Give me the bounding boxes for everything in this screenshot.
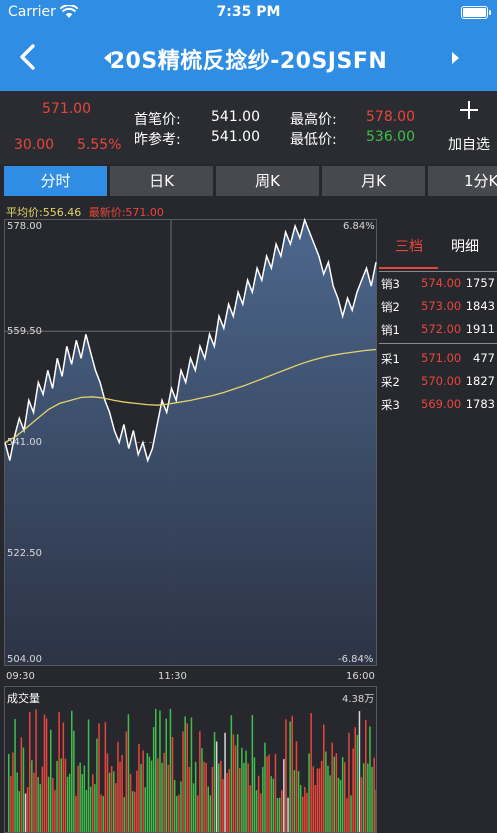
ask-price: 572.00 <box>421 322 462 336</box>
pct-bottom: -6.84% <box>338 654 374 665</box>
bid-qty: 477 <box>473 351 495 365</box>
prev-ref-value: 541.00 <box>211 129 260 145</box>
divider <box>379 271 497 272</box>
last-price: 571.00 <box>42 101 91 117</box>
bid-row: 采2 570.00 1827 <box>379 374 497 394</box>
ask-row: 销3 574.00 1757 <box>379 276 497 296</box>
tab-1min-k[interactable]: 1分K <box>428 166 497 196</box>
first-price-label: 首笔价: <box>134 112 181 128</box>
y-tick-mid: 541.00 <box>7 437 42 448</box>
volume-max: 4.38万 <box>342 694 375 705</box>
tab-intraday[interactable]: 分时 <box>4 166 107 196</box>
tab-three-levels[interactable]: 三档 <box>395 236 423 256</box>
tab-monthly-k[interactable]: 月K <box>322 166 425 196</box>
active-tab-indicator <box>379 267 438 269</box>
nav-bar: Carrier 7:35 PM 20S精梳反捻纱-20SJSFN <box>0 0 497 91</box>
avg-price-text: 平均价:556.46 <box>6 206 82 219</box>
latest-price-text: 最新价:571.00 <box>88 206 164 219</box>
ask-price: 573.00 <box>421 299 462 313</box>
price-summary: 平均价:556.46 最新价:571.00 <box>6 204 164 220</box>
tab-daily-k[interactable]: 日K <box>110 166 213 196</box>
change-percent: 5.55% <box>77 137 122 153</box>
y-tick-2: 559.50 <box>7 326 42 337</box>
order-book: 三档 明细 销3 574.00 1757 销2 573.00 1843 销1 5… <box>379 219 497 666</box>
ask-price: 574.00 <box>421 276 462 290</box>
ask-qty: 1843 <box>465 299 495 313</box>
y-tick-4: 522.50 <box>7 548 42 559</box>
pct-top: 6.84% <box>343 221 375 232</box>
bid-qty: 1827 <box>465 374 495 388</box>
ask-label: 销2 <box>381 300 400 314</box>
bid-label: 采2 <box>381 375 400 389</box>
status-bar: Carrier 7:35 PM <box>0 0 497 26</box>
ask-row: 销2 573.00 1843 <box>379 299 497 319</box>
bid-row: 采1 571.00 477 <box>379 351 497 371</box>
add-watchlist-plus-icon[interactable] <box>460 101 478 119</box>
low-price-value: 536.00 <box>366 129 415 145</box>
high-price-label: 最高价: <box>290 112 337 128</box>
bid-label: 采3 <box>381 398 400 412</box>
divider <box>379 343 497 344</box>
change-amount: 30.00 <box>14 137 55 153</box>
prev-ref-label: 昨参考: <box>134 132 181 148</box>
ask-qty: 1911 <box>465 322 495 336</box>
page-title: 20S精梳反捻纱-20SJSFN <box>109 49 388 74</box>
x-tick-mid: 11:30 <box>158 671 187 682</box>
y-tick-bottom: 504.00 <box>7 654 42 665</box>
bid-price: 571.00 <box>421 351 462 365</box>
intraday-chart[interactable] <box>4 219 377 666</box>
bid-price: 570.00 <box>421 374 462 388</box>
next-contract-icon[interactable] <box>452 52 459 64</box>
add-watchlist-button[interactable]: 加自选 <box>448 134 490 154</box>
x-tick-end: 16:00 <box>346 671 375 682</box>
battery-icon <box>461 6 491 19</box>
chart-tabs: 分时 日K 周K 月K 1分K <box>0 164 497 198</box>
bid-label: 采1 <box>381 352 400 366</box>
volume-chart[interactable] <box>4 686 377 833</box>
y-tick-top: 578.00 <box>7 221 42 232</box>
ask-row: 销1 572.00 1911 <box>379 322 497 342</box>
first-price-value: 541.00 <box>211 109 260 125</box>
volume-title: 成交量 <box>7 692 40 705</box>
bid-price: 569.00 <box>421 397 462 411</box>
ask-label: 销3 <box>381 277 400 291</box>
bid-row: 采3 569.00 1783 <box>379 397 497 417</box>
low-price-label: 最低价: <box>290 132 337 148</box>
clock: 7:35 PM <box>216 4 281 20</box>
tab-weekly-k[interactable]: 周K <box>216 166 319 196</box>
bid-qty: 1783 <box>465 397 495 411</box>
ask-label: 销1 <box>381 323 400 337</box>
x-tick-start: 09:30 <box>6 671 35 682</box>
high-price-value: 578.00 <box>366 109 415 125</box>
ask-qty: 1757 <box>465 276 495 290</box>
tab-detail[interactable]: 明细 <box>451 236 479 256</box>
